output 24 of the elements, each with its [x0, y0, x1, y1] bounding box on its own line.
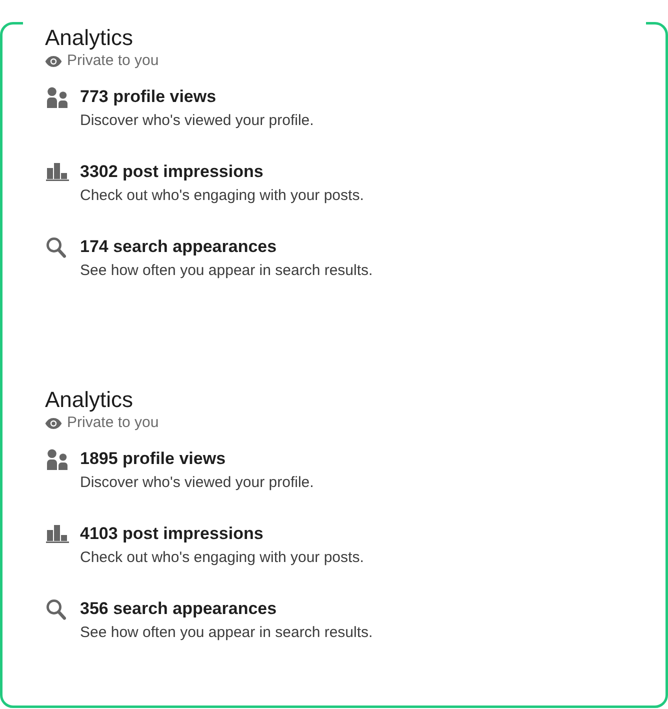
section-heading: Analytics: [45, 387, 134, 413]
people-icon: [46, 448, 68, 470]
eye-icon: [45, 418, 62, 428]
stat-description: Check out who's engaging with your posts.: [80, 548, 364, 568]
stat-title[interactable]: 773 profile views: [80, 86, 216, 108]
bar-chart-icon: [46, 525, 69, 543]
stat-description: Discover who's viewed your profile.: [80, 473, 314, 493]
search-icon: [46, 598, 66, 620]
stat-title[interactable]: 1895 profile views: [80, 448, 226, 470]
stat-description: Discover who's viewed your profile.: [80, 111, 314, 131]
section-heading: Analytics: [45, 25, 134, 51]
stat-description: See how often you appear in search results.: [80, 261, 373, 281]
stat-title[interactable]: 356 search appearances: [80, 598, 277, 620]
people-icon: [46, 86, 68, 108]
visibility-label: Private to you: [67, 51, 159, 71]
stat-description: See how often you appear in search results.: [80, 623, 373, 643]
eye-icon: [45, 56, 62, 66]
stat-title[interactable]: 174 search appearances: [80, 236, 277, 258]
bar-chart-icon: [46, 163, 69, 181]
stat-title[interactable]: 4103 post impressions: [80, 523, 264, 545]
search-icon: [46, 236, 66, 258]
visibility-label: Private to you: [67, 413, 159, 433]
stat-title[interactable]: 3302 post impressions: [80, 161, 264, 183]
stat-description: Check out who's engaging with your posts.: [80, 186, 364, 206]
